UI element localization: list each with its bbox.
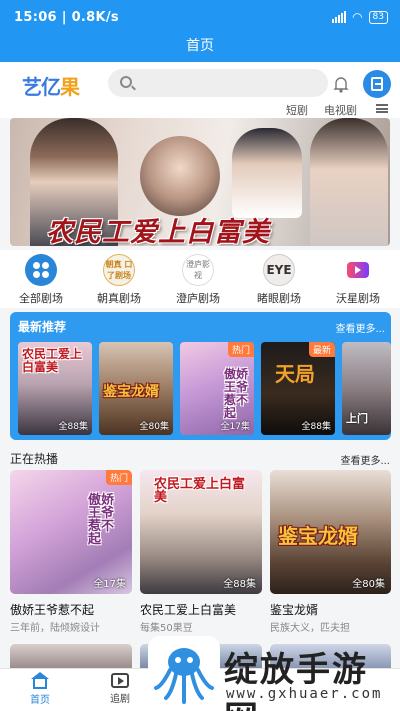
tab-home[interactable]: 首页 bbox=[10, 672, 70, 706]
octopus-logo-icon bbox=[148, 636, 220, 708]
status-icons: ◠ 83 bbox=[332, 10, 388, 24]
channel-all[interactable]: 全部剧场 bbox=[6, 254, 76, 306]
banner-actor bbox=[232, 128, 302, 218]
hot-item-desc: 每集50果豆 bbox=[140, 623, 193, 634]
signal-icon bbox=[332, 11, 347, 23]
poster-title: 农民工爱上白富美 bbox=[22, 347, 83, 374]
category-row: 短剧 电视剧 bbox=[0, 100, 400, 118]
tab-label: 追剧 bbox=[110, 694, 130, 705]
search-icon bbox=[120, 76, 132, 88]
poster-title: 鉴宝龙婿 bbox=[103, 384, 159, 400]
category-tv-drama[interactable]: 电视剧 bbox=[324, 102, 357, 118]
episode-count: 全80集 bbox=[139, 422, 169, 432]
hot-item-title[interactable]: 傲娇王爷惹不起 bbox=[10, 601, 94, 618]
recommend-header: 最新推荐 查看更多... bbox=[10, 312, 391, 340]
recommend-card[interactable]: 鉴宝龙婿 全80集 bbox=[99, 342, 173, 435]
episode-count: 全80集 bbox=[352, 579, 385, 590]
episode-count: 全88集 bbox=[58, 422, 88, 432]
poster-title: 农民工爱上白富美 bbox=[154, 477, 246, 505]
battery-icon: 83 bbox=[368, 10, 388, 24]
recommend-title: 最新推荐 bbox=[18, 320, 67, 334]
hot-item-desc: 三年前，陆倾婉设计 bbox=[10, 623, 100, 634]
channel-label: 朝真剧场 bbox=[97, 292, 141, 305]
tv-icon bbox=[342, 254, 374, 286]
recommend-card[interactable]: 农民工爱上白富美 全88集 bbox=[18, 342, 92, 435]
search-input[interactable] bbox=[108, 69, 328, 97]
recommend-card[interactable]: 上门 bbox=[342, 342, 391, 435]
grid-icon bbox=[25, 254, 57, 286]
recommend-panel: 最新推荐 查看更多... 农民工爱上白富美 全88集 鉴宝龙婿 全80集 热门 … bbox=[10, 312, 391, 440]
hamburger-icon[interactable] bbox=[376, 104, 388, 113]
tab-label: 首页 bbox=[30, 695, 50, 706]
hot-card[interactable] bbox=[10, 644, 132, 668]
hero-banner[interactable]: 农民工爱上白富美 bbox=[10, 118, 390, 246]
hot-item-title[interactable]: 鉴宝龙婿 bbox=[270, 601, 318, 618]
hot-card[interactable]: 鉴宝龙婿 全80集 bbox=[270, 470, 391, 594]
episode-count: 全88集 bbox=[223, 579, 256, 590]
recommend-card[interactable]: 最新 天局 全88集 bbox=[261, 342, 335, 435]
hot-title: 正在热播 bbox=[10, 452, 59, 466]
poster-title: 傲娇王爷惹不起 bbox=[224, 367, 249, 420]
hot-badge: 热门 bbox=[105, 470, 132, 485]
channel-label: 全部剧场 bbox=[19, 292, 63, 305]
play-icon bbox=[111, 673, 129, 688]
category-short-drama[interactable]: 短剧 bbox=[286, 102, 308, 118]
watermark: 绽放手游网 www.gxhuaer.com bbox=[148, 636, 400, 711]
channel-label: 澄庐剧场 bbox=[176, 292, 220, 305]
poster-title: 上门 bbox=[346, 412, 368, 425]
dyan-icon: EYE bbox=[263, 254, 295, 286]
hot-item-title[interactable]: 农民工爱上白富美 bbox=[140, 601, 236, 618]
tab-follow[interactable]: 追剧 bbox=[90, 673, 150, 705]
wifi-icon: ◠ bbox=[352, 10, 363, 24]
banner-actress bbox=[310, 118, 388, 246]
channel-row: 全部剧场 朝真 口了剧场 朝真剧场 澄庐影视 澄庐剧场 EYE 睹眼剧场 沃星剧… bbox=[0, 250, 400, 308]
new-badge: 最新 bbox=[308, 342, 335, 357]
episode-count: 全17集 bbox=[93, 579, 126, 590]
episode-count: 全88集 bbox=[301, 422, 331, 432]
zhaozhen-icon: 朝真 口了剧场 bbox=[103, 254, 135, 286]
hot-item-desc: 民族大义，匹夫担 bbox=[270, 623, 350, 634]
poster-title: 鉴宝龙婿 bbox=[278, 524, 358, 548]
recommend-more-link[interactable]: 查看更多... bbox=[335, 320, 385, 335]
menu-icon[interactable] bbox=[363, 70, 391, 98]
banner-title: 农民工爱上白富美 bbox=[46, 217, 270, 246]
watermark-url: www.gxhuaer.com bbox=[226, 686, 383, 702]
search-row: 艺亿果 bbox=[0, 62, 400, 102]
status-bar: 15:06 | 0.8K/s ◠ 83 bbox=[0, 0, 400, 34]
episode-count: 全17集 bbox=[220, 422, 250, 432]
hot-header: 正在热播 查看更多... bbox=[0, 444, 400, 470]
channel-label: 沃星剧场 bbox=[336, 292, 380, 305]
poster-title: 傲娇王爷惹不起 bbox=[88, 493, 115, 547]
home-icon bbox=[31, 672, 49, 689]
channel-dyan[interactable]: EYE 睹眼剧场 bbox=[244, 254, 314, 306]
hot-badge: 热门 bbox=[227, 342, 254, 357]
banner-actress bbox=[140, 136, 220, 216]
channel-zhaozhen[interactable]: 朝真 口了剧场 朝真剧场 bbox=[84, 254, 154, 306]
hot-more-link[interactable]: 查看更多... bbox=[340, 452, 390, 467]
status-time: 15:06 | 0.8K/s bbox=[14, 9, 119, 25]
channel-label: 睹眼剧场 bbox=[257, 292, 301, 305]
recommend-card[interactable]: 热门 傲娇王爷惹不起 全17集 bbox=[180, 342, 254, 435]
poster-title: 天局 bbox=[275, 362, 315, 386]
bell-icon[interactable] bbox=[333, 75, 349, 93]
hot-card[interactable]: 热门 傲娇王爷惹不起 全17集 bbox=[10, 470, 132, 594]
channel-woxing[interactable]: 沃星剧场 bbox=[323, 254, 393, 306]
page-title: 首页 bbox=[0, 34, 400, 62]
chenglu-icon: 澄庐影视 bbox=[182, 254, 214, 286]
app-logo: 艺亿果 bbox=[22, 75, 80, 99]
hot-card[interactable]: 农民工爱上白富美 全88集 bbox=[140, 470, 262, 594]
channel-chenglu[interactable]: 澄庐影视 澄庐剧场 bbox=[163, 254, 233, 306]
